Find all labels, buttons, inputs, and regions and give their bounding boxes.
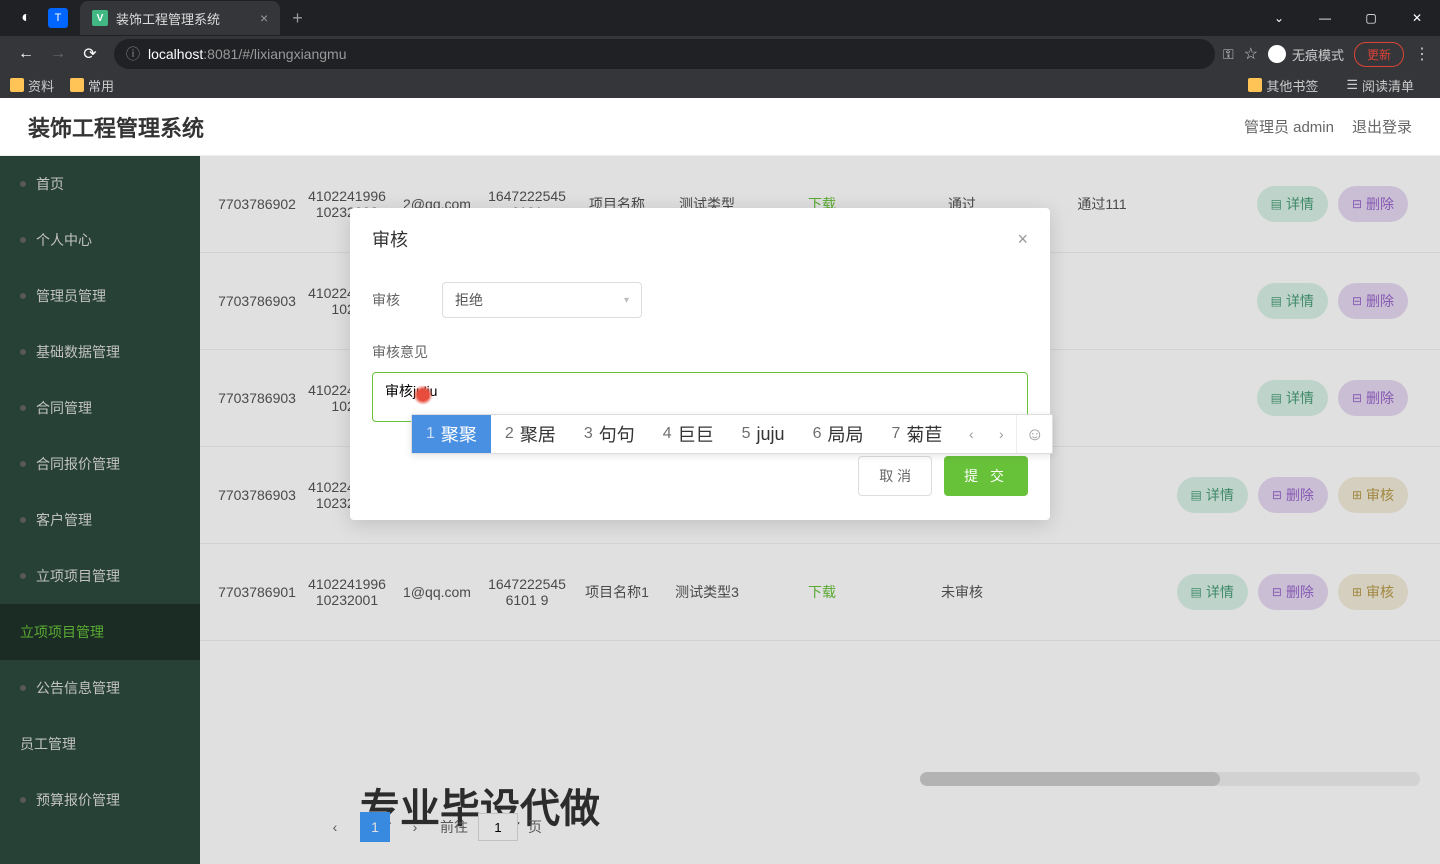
ime-next-icon[interactable]: › [986, 426, 1016, 442]
audit-label: 审核 [372, 290, 442, 310]
current-user: 管理员 admin [1244, 116, 1334, 137]
ime-text: 聚居 [520, 421, 556, 447]
folder-icon [10, 78, 24, 92]
ime-text: 巨巨 [678, 421, 714, 447]
back-icon[interactable]: ← [10, 38, 42, 70]
window-controls: ⌄ — ▢ ✕ [1256, 0, 1440, 36]
folder-icon [70, 78, 84, 92]
browser-chrome: ◐ T V 装饰工程管理系统 × + ⌄ — ▢ ✕ ← → ⟳ ⓘ local… [0, 0, 1440, 98]
maximize-icon[interactable]: ▢ [1348, 0, 1394, 36]
bookmark-label: 阅读清单 [1362, 76, 1414, 95]
minimize-icon[interactable]: — [1302, 0, 1348, 36]
bookmark-label: 其他书签 [1266, 76, 1318, 95]
app-header: 装饰工程管理系统 管理员 admin 退出登录 [0, 98, 1440, 156]
url-port: :8081 [203, 46, 238, 62]
chevron-down-icon: ▾ [624, 295, 629, 306]
incognito-label: 无痕模式 [1292, 45, 1344, 64]
reading-list[interactable]: ☰阅读清单 [1346, 76, 1414, 95]
folder-icon [1248, 78, 1262, 92]
page-title: 装饰工程管理系统 [28, 111, 204, 143]
bookmark-item[interactable]: 常用 [70, 76, 114, 95]
form-row-audit: 审核 拒绝 ▾ [372, 282, 1028, 318]
ime-text: 句句 [599, 421, 635, 447]
url-host: localhost [148, 46, 203, 62]
profile-icon[interactable]: ◐ [16, 8, 36, 28]
url-path: /#/lixiangxiangmu [238, 46, 346, 62]
opinion-input[interactable] [385, 383, 1015, 399]
ime-text: juju [757, 424, 785, 445]
incognito-badge: 无痕模式 [1268, 45, 1344, 64]
reload-icon[interactable]: ⟳ [74, 38, 106, 70]
cursor-indicator-icon [413, 385, 433, 405]
modal-title: 审核 [372, 226, 408, 252]
ime-text: 聚聚 [441, 421, 477, 447]
ime-num: 5 [742, 425, 751, 443]
bookmark-item[interactable]: 资料 [10, 76, 54, 95]
address-bar[interactable]: ⓘ localhost:8081/#/lixiangxiangmu [114, 39, 1215, 69]
ime-candidate[interactable]: 3 句句 [570, 415, 649, 453]
ime-candidate[interactable]: 4 巨巨 [649, 415, 728, 453]
audit-select[interactable]: 拒绝 ▾ [442, 282, 642, 318]
ime-candidate[interactable]: 1 聚聚 [412, 415, 491, 453]
ime-candidate[interactable]: 2 聚居 [491, 415, 570, 453]
forward-icon[interactable]: → [42, 38, 74, 70]
ime-text: 局局 [827, 421, 863, 447]
browser-tab[interactable]: V 装饰工程管理系统 × [80, 1, 280, 35]
ime-num: 6 [813, 425, 822, 443]
ime-num: 2 [505, 425, 514, 443]
audit-modal: 审核 × 审核 拒绝 ▾ 审核意见 取 消 提 交 [350, 208, 1050, 520]
ime-num: 3 [584, 425, 593, 443]
logout-button[interactable]: 退出登录 [1352, 116, 1412, 137]
bookmark-label: 常用 [88, 76, 114, 95]
update-button[interactable]: 更新 [1354, 42, 1404, 67]
close-icon[interactable]: × [1017, 229, 1028, 250]
app-icon[interactable]: T [48, 8, 68, 28]
vue-favicon-icon: V [92, 10, 108, 26]
tabs-row: ◐ T V 装饰工程管理系统 × + ⌄ — ▢ ✕ [0, 0, 1440, 36]
cancel-button[interactable]: 取 消 [858, 456, 932, 496]
close-window-icon[interactable]: ✕ [1394, 0, 1440, 36]
address-row: ← → ⟳ ⓘ localhost:8081/#/lixiangxiangmu … [0, 36, 1440, 72]
info-icon: ⓘ [126, 44, 140, 64]
ime-candidate[interactable]: 7 菊苣 [877, 415, 956, 453]
other-bookmarks[interactable]: 其他书签 [1248, 76, 1318, 95]
list-icon: ☰ [1346, 77, 1358, 93]
ime-num: 7 [891, 425, 900, 443]
menu-icon[interactable]: ⋮ [1414, 44, 1430, 64]
ime-text: 菊苣 [906, 421, 942, 447]
modal-header: 审核 × [350, 208, 1050, 262]
opinion-label: 审核意见 [372, 342, 442, 362]
ime-candidate[interactable]: 5 juju [728, 415, 799, 453]
star-icon[interactable]: ☆ [1244, 44, 1258, 64]
ime-num: 1 [426, 425, 435, 443]
ime-emoji-icon[interactable]: ☺ [1016, 415, 1052, 453]
incognito-icon [1268, 45, 1286, 63]
ime-candidate[interactable]: 6 局局 [799, 415, 878, 453]
bookmark-label: 资料 [28, 76, 54, 95]
select-value: 拒绝 [455, 290, 483, 310]
ime-prev-icon[interactable]: ‹ [956, 426, 986, 442]
submit-button[interactable]: 提 交 [944, 456, 1028, 496]
tab-title: 装饰工程管理系统 [116, 9, 220, 28]
dropdown-icon[interactable]: ⌄ [1256, 0, 1302, 36]
key-icon[interactable]: ⚿ [1223, 46, 1234, 63]
bookmarks-row: 资料 常用 其他书签 ☰阅读清单 [0, 72, 1440, 98]
tab-add-icon[interactable]: + [292, 8, 303, 29]
tab-close-icon[interactable]: × [260, 10, 268, 26]
ime-candidate-bar: 1 聚聚 2 聚居 3 句句 4 巨巨 5 juju 6 局局 7 菊苣 ‹ › ☺ [411, 414, 1053, 454]
ime-num: 4 [663, 425, 672, 443]
